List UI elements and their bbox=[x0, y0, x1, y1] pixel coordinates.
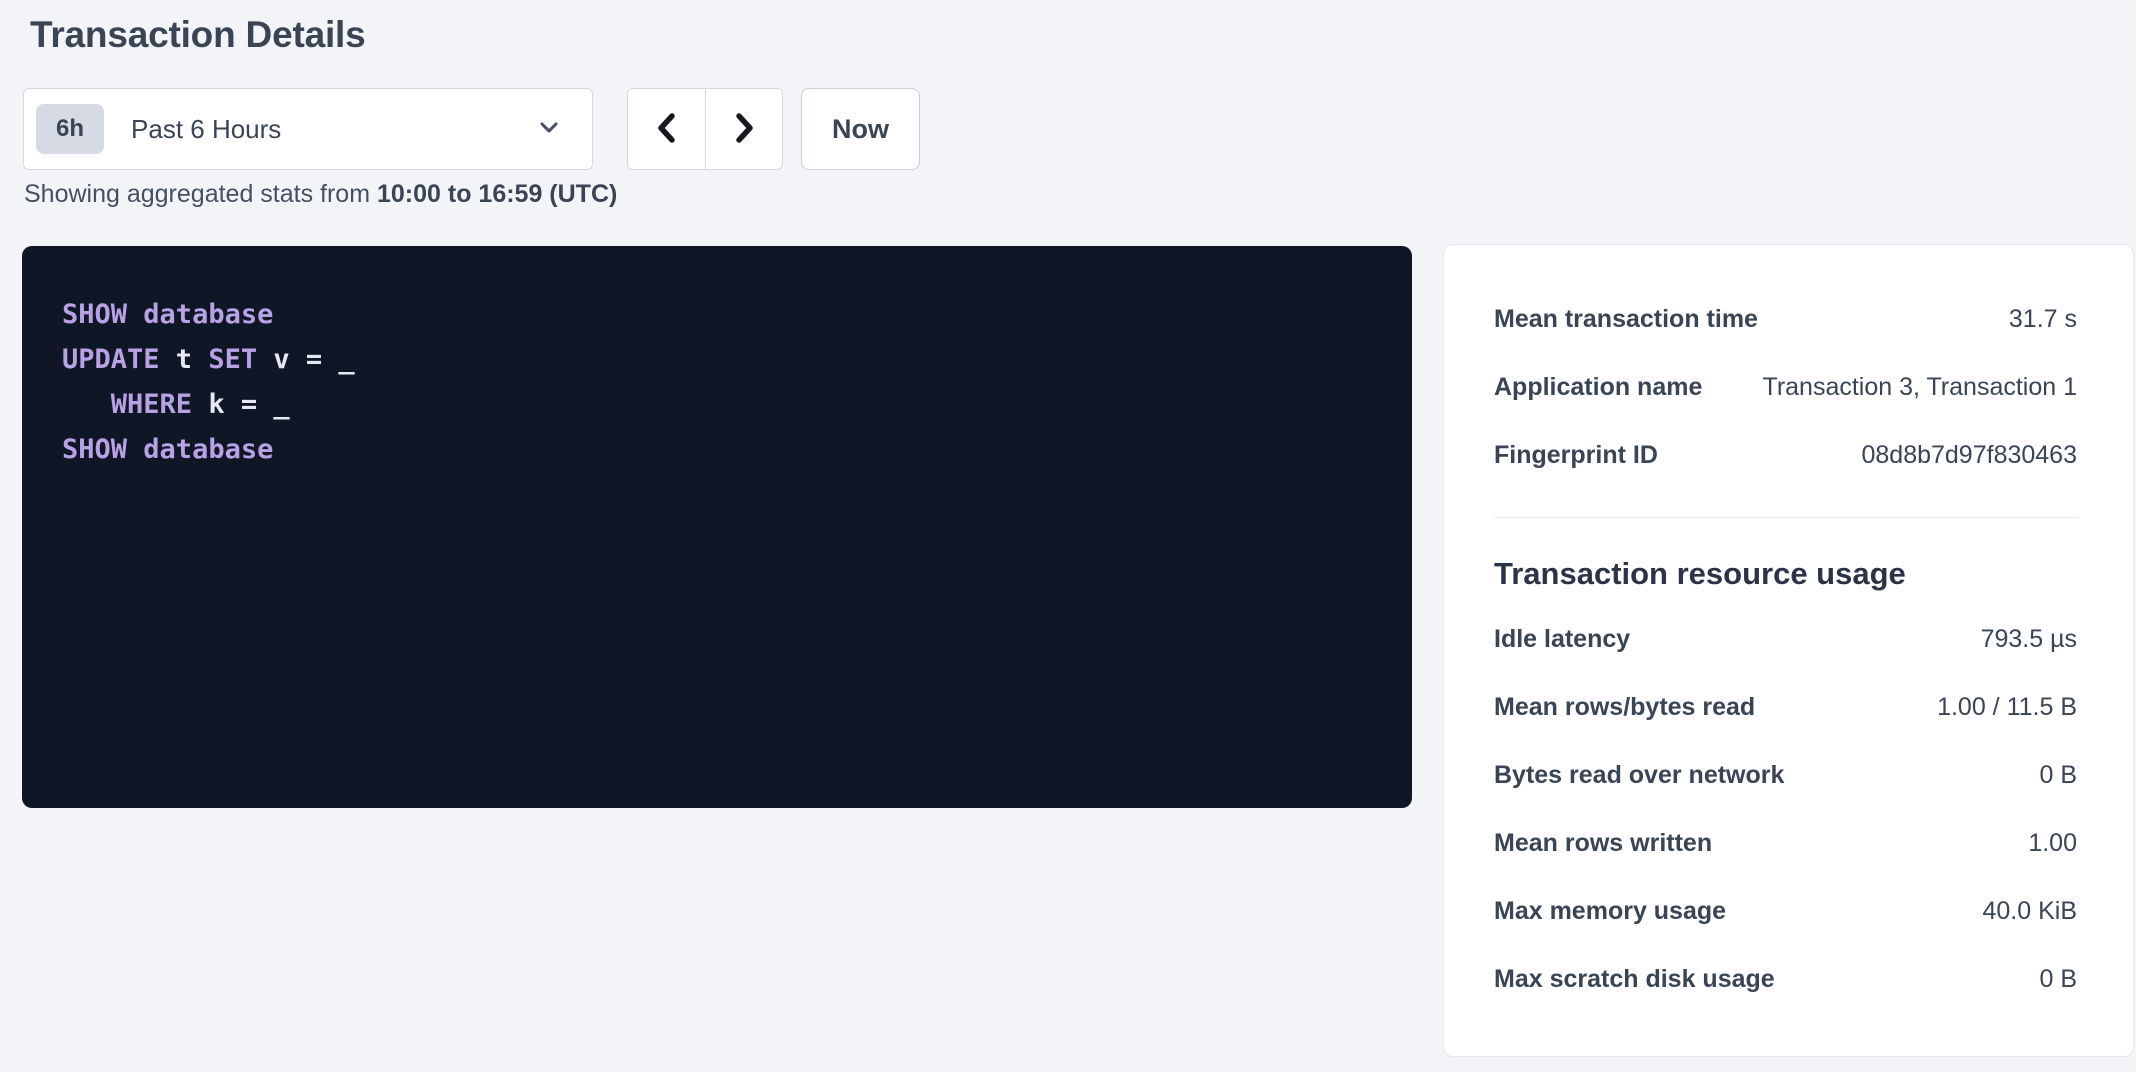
detail-row-value: 08d8b7d97f830463 bbox=[1861, 441, 2077, 470]
sql-code-line: SHOW database bbox=[62, 427, 1372, 472]
detail-row-label: Application name bbox=[1494, 373, 1702, 402]
detail-row-label: Fingerprint ID bbox=[1494, 441, 1658, 470]
sql-identifier-token bbox=[62, 389, 111, 420]
detail-row: Application name Transaction 3, Transacti… bbox=[1494, 353, 2077, 421]
aggregation-period-text: Showing aggregated stats from 10:00 to 1… bbox=[24, 180, 617, 209]
detail-row-value: 793.5 µs bbox=[1981, 625, 2077, 654]
transaction-summary-card: Mean transaction time 31.7 s Application n… bbox=[1443, 244, 2134, 1057]
sql-keyword-token: SET bbox=[208, 344, 257, 375]
now-button[interactable]: Now bbox=[801, 88, 920, 170]
sql-statement-box: SHOW databaseUPDATE t SET v = _ WHERE k … bbox=[22, 246, 1412, 808]
summary-rows: Mean transaction time 31.7 s Application n… bbox=[1494, 285, 2077, 489]
sql-identifier-token bbox=[127, 434, 143, 465]
transaction-details-page: Transaction Details 6h Past 6 Hours bbox=[0, 0, 2136, 1072]
detail-row: Idle latency 793.5 µs bbox=[1494, 605, 2077, 673]
time-range-badge: 6h bbox=[36, 104, 104, 154]
sql-keyword-token: WHERE bbox=[111, 389, 192, 420]
detail-row: Max memory usage 40.0 KiB bbox=[1494, 877, 2077, 945]
detail-row: Max scratch disk usage 0 B bbox=[1494, 945, 2077, 1013]
time-step-group bbox=[627, 88, 783, 170]
detail-row: Mean rows written 1.00 bbox=[1494, 809, 2077, 877]
chevron-down-icon bbox=[534, 112, 564, 147]
detail-row: Mean rows/bytes read 1.00 / 11.5 B bbox=[1494, 673, 2077, 741]
time-controls: 6h Past 6 Hours bbox=[23, 88, 920, 170]
detail-row-value: 0 B bbox=[2039, 965, 2077, 994]
chevron-left-icon bbox=[652, 110, 682, 149]
sql-keyword-token: SHOW bbox=[62, 434, 127, 465]
resource-rows: Idle latency 793.5 µs Mean rows/bytes read… bbox=[1494, 605, 2077, 1013]
card-divider bbox=[1494, 517, 2077, 518]
detail-row: Fingerprint ID 08d8b7d97f830463 bbox=[1494, 421, 2077, 489]
detail-row-label: Max memory usage bbox=[1494, 897, 1726, 926]
time-range-label: Past 6 Hours bbox=[131, 114, 534, 145]
sql-identifier-token: k = _ bbox=[192, 389, 290, 420]
sql-code-line: UPDATE t SET v = _ bbox=[62, 337, 1372, 382]
detail-row-label: Max scratch disk usage bbox=[1494, 965, 1775, 994]
detail-row: Bytes read over network 0 B bbox=[1494, 741, 2077, 809]
time-range-dropdown[interactable]: 6h Past 6 Hours bbox=[23, 88, 593, 170]
detail-row-value: 40.0 KiB bbox=[1982, 897, 2077, 926]
sql-code-line: WHERE k = _ bbox=[62, 382, 1372, 427]
aggregation-period-prefix: Showing aggregated stats from bbox=[24, 180, 377, 208]
detail-row-value: 1.00 bbox=[2028, 829, 2077, 858]
sql-keyword-token: database bbox=[143, 434, 273, 465]
prev-range-button[interactable] bbox=[628, 89, 705, 169]
next-range-button[interactable] bbox=[705, 89, 782, 169]
sql-code-line: SHOW database bbox=[62, 292, 1372, 337]
detail-row-value: Transaction 3, Transaction 1 bbox=[1762, 373, 2077, 402]
detail-row-label: Bytes read over network bbox=[1494, 761, 1784, 790]
detail-row-value: 1.00 / 11.5 B bbox=[1937, 693, 2077, 722]
detail-row-label: Idle latency bbox=[1494, 625, 1630, 654]
resource-usage-heading: Transaction resource usage bbox=[1494, 556, 2077, 592]
detail-row-value: 0 B bbox=[2039, 761, 2077, 790]
detail-row: Mean transaction time 31.7 s bbox=[1494, 285, 2077, 353]
sql-keyword-token: UPDATE bbox=[62, 344, 160, 375]
sql-identifier-token: t bbox=[160, 344, 209, 375]
sql-keyword-token: database bbox=[143, 299, 273, 330]
aggregation-period-range: 10:00 to 16:59 (UTC) bbox=[377, 180, 617, 208]
sql-identifier-token: v = _ bbox=[257, 344, 355, 375]
detail-row-label: Mean rows/bytes read bbox=[1494, 693, 1755, 722]
sql-identifier-token bbox=[127, 299, 143, 330]
page-title: Transaction Details bbox=[30, 14, 366, 56]
detail-row-label: Mean transaction time bbox=[1494, 305, 1758, 334]
detail-row-value: 31.7 s bbox=[2009, 305, 2077, 334]
sql-keyword-token: SHOW bbox=[62, 299, 127, 330]
chevron-right-icon bbox=[729, 110, 759, 149]
detail-row-label: Mean rows written bbox=[1494, 829, 1712, 858]
